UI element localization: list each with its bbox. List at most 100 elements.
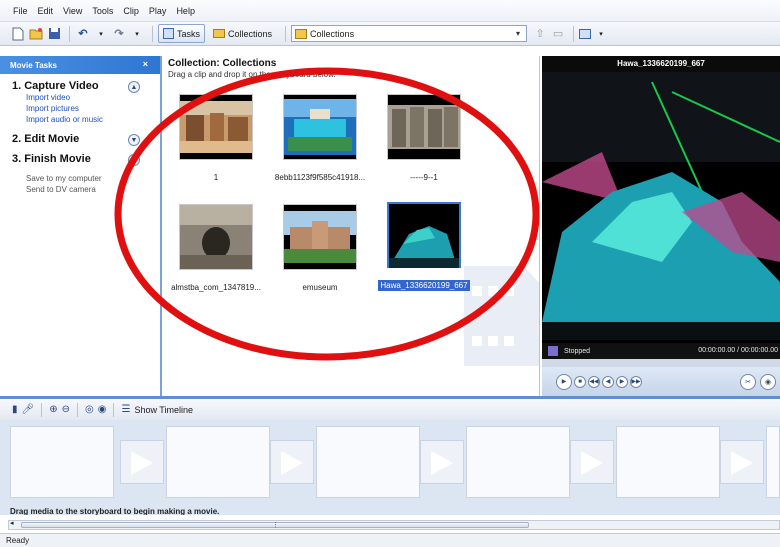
transition-slot[interactable]: [720, 440, 764, 484]
clip-item[interactable]: almstba_com_1347819...: [166, 204, 266, 292]
save-to-computer-link[interactable]: Save to my computer: [12, 173, 160, 184]
collection-instructions: Drag a clip and drop it on the storyboar…: [168, 70, 336, 79]
chevron-up-icon[interactable]: ▲: [128, 154, 140, 166]
redo-dropdown-icon[interactable]: ▾: [129, 26, 145, 42]
clip-caption: 8ebb1123f9f585c41918...: [274, 173, 366, 182]
clip-item[interactable]: -----9--1: [374, 94, 474, 182]
import-audio-link[interactable]: Import audio or music: [12, 114, 160, 125]
clip-thumbnail[interactable]: [283, 204, 357, 270]
set-audio-levels-icon[interactable]: ▮: [12, 404, 18, 415]
transition-slot[interactable]: [120, 440, 164, 484]
chevron-down-icon[interactable]: ▼: [128, 134, 140, 146]
status-bar: Ready: [0, 533, 780, 547]
collections-folder-icon: [213, 29, 226, 38]
storyboard-slot[interactable]: [10, 426, 114, 498]
storyboard-slot[interactable]: [316, 426, 420, 498]
rewind-storyboard-icon[interactable]: ◎: [85, 404, 94, 415]
clip-item[interactable]: 8ebb1123f9f585c41918...: [270, 94, 370, 182]
movie-tasks-title: Movie Tasks: [10, 60, 57, 70]
timeline-icon[interactable]: ☰: [121, 404, 130, 415]
clip-item-selected[interactable]: Hawa_1336620199_667: [374, 202, 474, 291]
clip-caption: -----9--1: [410, 173, 438, 182]
import-pictures-link[interactable]: Import pictures: [12, 103, 160, 114]
zoom-in-icon[interactable]: ⊕: [49, 404, 57, 415]
previous-frame-icon[interactable]: ◀◀: [588, 375, 600, 388]
new-project-icon[interactable]: [10, 26, 26, 42]
rewind-icon[interactable]: ◀: [602, 375, 614, 388]
transition-slot[interactable]: [270, 440, 314, 484]
movie-tasks-pane: Movie Tasks × 1. Capture Video ▲ Import …: [0, 56, 160, 396]
close-icon[interactable]: ×: [143, 59, 148, 69]
preview-title: Hawa_1336620199_667: [542, 56, 780, 72]
menu-play[interactable]: Play: [144, 6, 172, 16]
playback-status-icon: [548, 346, 558, 356]
clip-thumbnail[interactable]: [179, 94, 253, 160]
preview-status-bar: Stopped 00:00:00.00 / 00:00:00.00: [542, 343, 780, 359]
toolbar-separator: [77, 402, 78, 417]
menu-file[interactable]: File: [8, 6, 33, 16]
clip-thumbnail[interactable]: [387, 202, 461, 268]
storyboard-slot[interactable]: [766, 426, 780, 498]
undo-dropdown-icon[interactable]: ▾: [93, 26, 109, 42]
playback-controls: ▶ ■ ◀◀ ◀ ▶ ▶▶ ✂ ◉: [542, 367, 780, 396]
undo-icon[interactable]: ↶: [75, 26, 91, 42]
scrollbar-thumb[interactable]: ⋮: [21, 522, 529, 529]
play-storyboard-icon[interactable]: ◉: [98, 404, 107, 415]
menu-tools[interactable]: Tools: [87, 6, 118, 16]
collections-dropdown-value: Collections: [310, 28, 355, 39]
stop-icon[interactable]: ■: [574, 375, 586, 388]
clip-caption-text: Hawa_1336620199_667: [378, 280, 470, 291]
collections-dropdown-icon: [295, 28, 308, 39]
toolbar: ↶ ▾ ↷ ▾ Tasks Collections Collections ▾ …: [0, 22, 780, 46]
views-dropdown-icon[interactable]: ▾: [593, 26, 609, 42]
open-project-icon[interactable]: [28, 26, 44, 42]
new-folder-icon[interactable]: ▭: [550, 26, 566, 42]
play-icon[interactable]: ▶: [556, 373, 572, 390]
redo-icon[interactable]: ↷: [111, 26, 127, 42]
scroll-left-icon[interactable]: ◂: [10, 519, 14, 527]
seek-bar[interactable]: [542, 359, 780, 367]
storyboard-slot[interactable]: [166, 426, 270, 498]
transition-slot[interactable]: [420, 440, 464, 484]
menu-help[interactable]: Help: [171, 6, 200, 16]
menu-clip[interactable]: Clip: [118, 6, 144, 16]
views-icon[interactable]: [579, 28, 592, 39]
collections-dropdown[interactable]: Collections ▾: [291, 25, 528, 42]
up-level-icon[interactable]: ⇧: [532, 26, 548, 42]
toolbar-separator: [573, 25, 575, 42]
storyboard-scrollbar[interactable]: ◂ ⋮: [8, 520, 780, 530]
chevron-up-icon[interactable]: ▲: [128, 81, 140, 93]
menu-edit[interactable]: Edit: [33, 6, 59, 16]
collection-pane: Collection: Collections Drag a clip and …: [160, 56, 540, 396]
chevron-down-icon[interactable]: ▾: [512, 27, 524, 40]
narrate-icon[interactable]: 🎤︎: [22, 404, 35, 415]
collections-button[interactable]: Collections: [208, 24, 277, 43]
preview-monitor: Hawa_1336620199_667 Stopped 00:00:00.00 …: [542, 56, 780, 396]
toolbar-separator: [152, 25, 153, 42]
clip-item[interactable]: emuseum: [270, 204, 370, 292]
take-picture-icon[interactable]: ◉: [760, 374, 776, 390]
capture-video-section: 1. Capture Video ▲ Import video Import p…: [0, 80, 160, 125]
collection-title: Collection: Collections: [168, 58, 277, 69]
clip-thumbnail[interactable]: [179, 204, 253, 270]
menu-bar: File Edit View Tools Clip Play Help: [0, 0, 780, 22]
clip-thumbnail[interactable]: [387, 94, 461, 160]
save-project-icon[interactable]: [46, 26, 62, 42]
menu-view[interactable]: View: [58, 6, 87, 16]
send-to-dv-camera-link[interactable]: Send to DV camera: [12, 184, 160, 195]
storyboard-slot[interactable]: [466, 426, 570, 498]
storyboard-slot[interactable]: [616, 426, 720, 498]
clip-item[interactable]: 1: [166, 94, 266, 182]
clip-thumbnail[interactable]: [283, 94, 357, 160]
transition-slot[interactable]: [570, 440, 614, 484]
split-clip-icon[interactable]: ✂: [740, 374, 756, 390]
next-frame-icon[interactable]: ▶▶: [630, 375, 642, 388]
show-timeline-button[interactable]: Show Timeline: [134, 405, 193, 415]
finish-movie-section: 3. Finish Movie ▲ Save to my computer Se…: [0, 153, 160, 195]
tasks-button[interactable]: Tasks: [158, 24, 206, 43]
storyboard[interactable]: Drag media to the storyboard to begin ma…: [0, 420, 780, 515]
import-video-link[interactable]: Import video: [12, 92, 160, 103]
zoom-out-icon[interactable]: ⊖: [62, 404, 70, 415]
forward-icon[interactable]: ▶: [616, 375, 628, 388]
toolbar-separator: [69, 25, 70, 42]
